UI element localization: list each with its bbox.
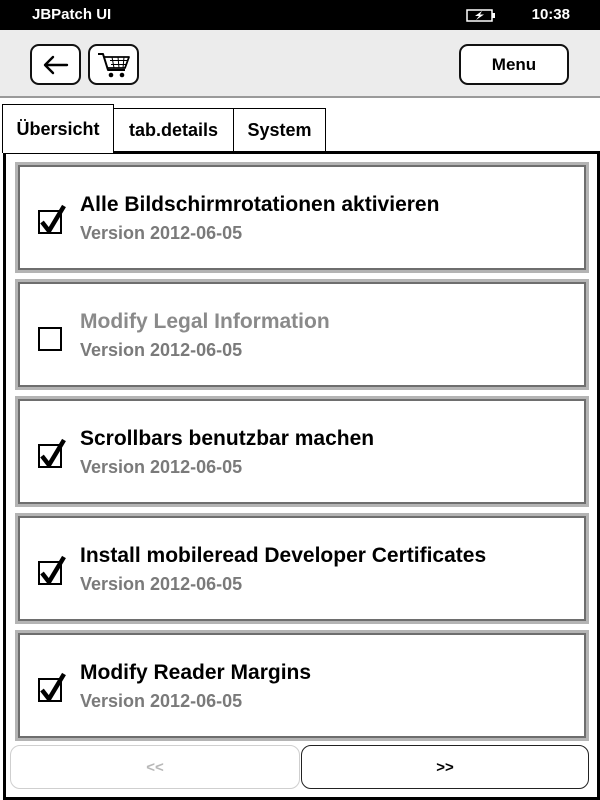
item-title: Install mobileread Developer Certificate… xyxy=(80,544,487,567)
list-item[interactable]: Scrollbars benutzbar machen Version 2012… xyxy=(15,396,589,507)
battery-charging-icon xyxy=(466,9,495,22)
status-bar: JBPatch UI 10:38 xyxy=(0,0,600,30)
item-version: Version 2012-06-05 xyxy=(80,340,243,360)
checkbox[interactable] xyxy=(38,672,66,702)
checkmark-icon xyxy=(40,672,66,702)
item-title: Modify Legal Information xyxy=(80,310,330,333)
checkbox[interactable] xyxy=(38,438,66,468)
back-arrow-icon xyxy=(43,55,68,74)
cart-icon xyxy=(97,52,130,77)
clock: 10:38 xyxy=(531,6,570,23)
list-item[interactable]: Alle Bildschirmrotationen aktivieren Ver… xyxy=(15,162,589,273)
item-version: Version 2012-06-05 xyxy=(80,223,243,243)
tab-overview[interactable]: Übersicht xyxy=(2,104,114,153)
checkmark-icon xyxy=(40,204,66,234)
checkbox[interactable] xyxy=(38,204,66,234)
item-title: Alle Bildschirmrotationen aktivieren xyxy=(80,193,440,216)
item-title: Modify Reader Margins xyxy=(80,661,312,684)
toolbar: Menu xyxy=(0,30,600,98)
list-item[interactable]: Modify Legal Information Version 2012-06… xyxy=(15,279,589,390)
patch-list: Alle Bildschirmrotationen aktivieren Ver… xyxy=(3,151,600,800)
tab-bar: Übersicht tab.details System xyxy=(0,104,600,153)
checkbox[interactable] xyxy=(38,327,62,351)
tab-details[interactable]: tab.details xyxy=(113,108,234,152)
checkbox[interactable] xyxy=(38,555,66,585)
list-item[interactable]: Install mobileread Developer Certificate… xyxy=(15,513,589,624)
tab-system[interactable]: System xyxy=(233,108,326,152)
item-title: Scrollbars benutzbar machen xyxy=(80,427,375,450)
list-item[interactable]: Modify Reader Margins Version 2012-06-05 xyxy=(15,630,589,741)
item-version: Version 2012-06-05 xyxy=(80,457,243,477)
item-version: Version 2012-06-05 xyxy=(80,574,243,594)
checkmark-icon xyxy=(40,555,66,585)
app-title: JBPatch UI xyxy=(32,6,112,23)
item-version: Version 2012-06-05 xyxy=(80,691,243,711)
menu-button[interactable]: Menu xyxy=(459,44,569,85)
next-page-button[interactable]: >> xyxy=(301,745,589,789)
checkmark-icon xyxy=(40,438,66,468)
previous-page-button[interactable]: << xyxy=(10,745,300,789)
back-button[interactable] xyxy=(30,44,81,85)
cart-button[interactable] xyxy=(88,44,139,85)
